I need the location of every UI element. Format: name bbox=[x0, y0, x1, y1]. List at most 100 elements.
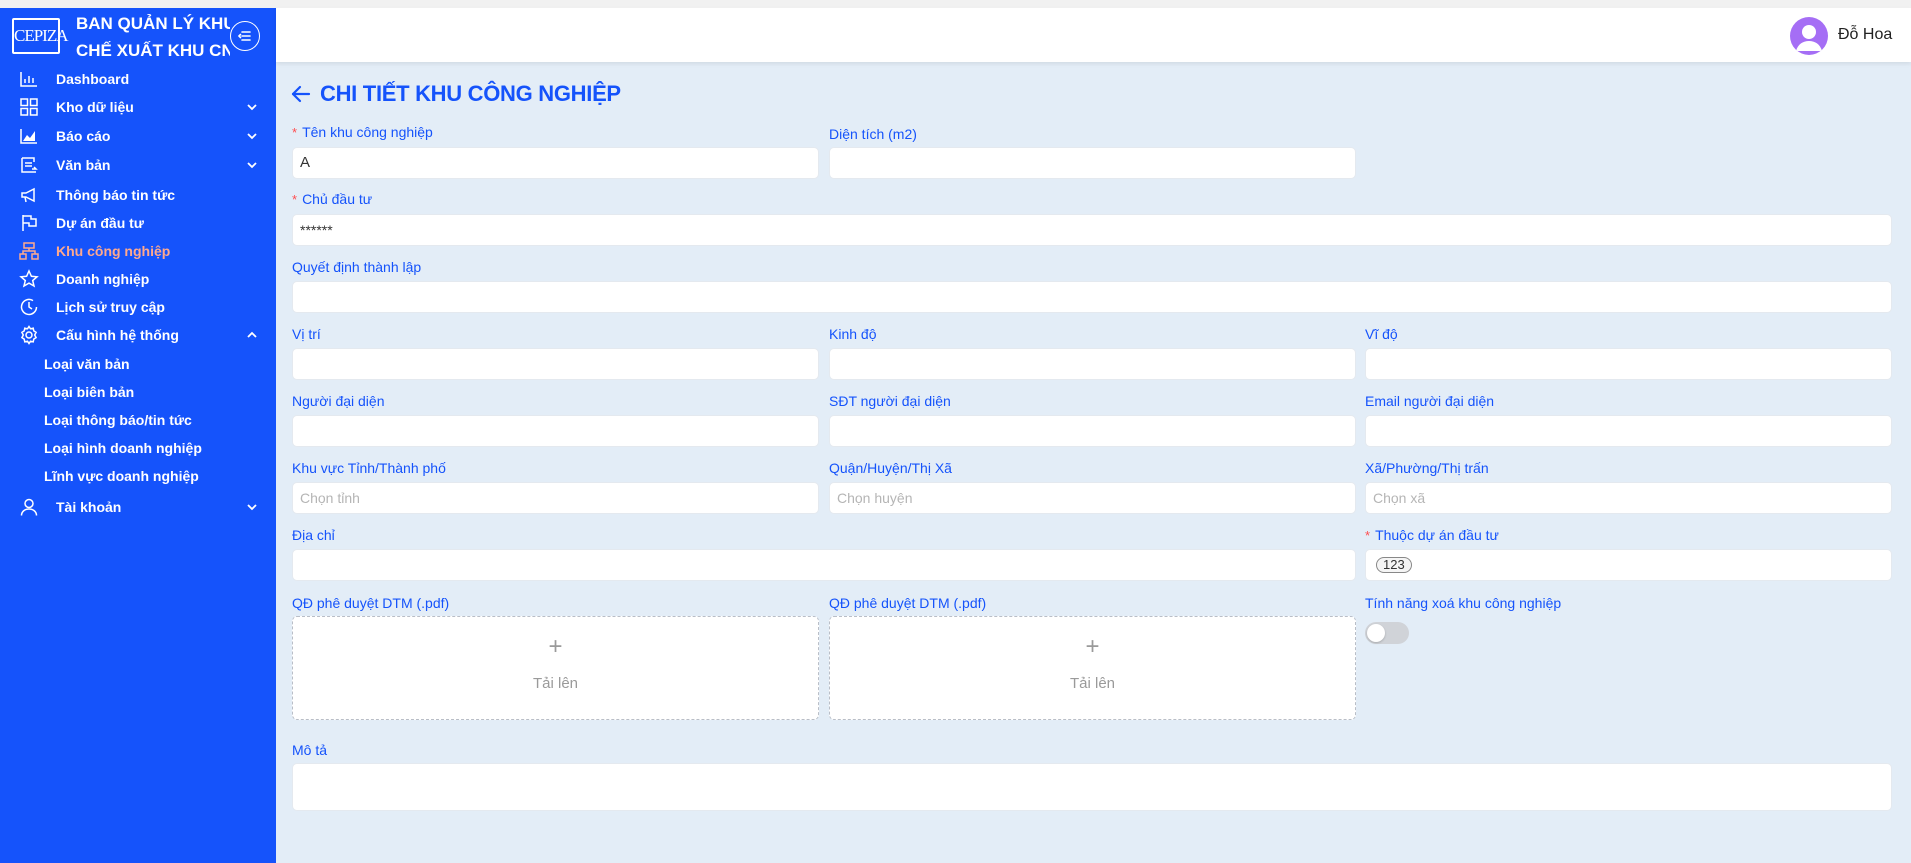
sidebar-item-van-ban[interactable]: Văn bản bbox=[0, 150, 276, 180]
label-mo-ta: Mô tả bbox=[292, 742, 328, 758]
grid-icon bbox=[20, 98, 38, 116]
dien-tich-input[interactable] bbox=[829, 147, 1356, 179]
sdt-input[interactable] bbox=[829, 415, 1356, 447]
sidebar-item-label: Lịch sử truy cập bbox=[56, 299, 165, 315]
cluster-icon bbox=[19, 242, 39, 260]
tinh-select[interactable]: Chọn tỉnh bbox=[292, 482, 819, 514]
sidebar-item-label: Tài khoản bbox=[56, 499, 122, 515]
chevron-down-icon bbox=[247, 133, 257, 140]
sidebar-item-label: Văn bản bbox=[56, 157, 111, 173]
sidebar-item-cau-hinh[interactable]: Cấu hình hệ thống bbox=[0, 320, 276, 350]
flag-icon bbox=[22, 215, 37, 231]
sidebar-item-label: Kho dữ liệu bbox=[56, 99, 134, 115]
logo: CEPIZA bbox=[12, 18, 69, 54]
menu-fold-icon bbox=[237, 31, 251, 41]
vi-do-input[interactable] bbox=[1365, 348, 1892, 380]
sidebar-subitem-loai-van-ban[interactable]: Loại văn bản bbox=[0, 349, 276, 379]
sidebar-subitem-label: Loại thông báo/tin tức bbox=[44, 412, 192, 428]
brand: CEPIZA BAN QUẢN LÝ KHU CHẾ XUẤT KHU CN bbox=[0, 8, 276, 64]
sidebar-item-dashboard[interactable]: Dashboard bbox=[0, 64, 276, 94]
mo-ta-textarea[interactable] bbox=[292, 763, 1892, 811]
huyen-select[interactable]: Chọn huyện bbox=[829, 482, 1356, 514]
sidebar-item-lich-su[interactable]: Lịch sử truy cập bbox=[0, 292, 276, 322]
label-ten-khu: * Tên khu công nghiệp bbox=[292, 124, 433, 140]
quyet-dinh-input[interactable] bbox=[292, 281, 1892, 313]
sidebar-subitem-label: Lĩnh vực doanh nghiệp bbox=[44, 468, 199, 484]
upload-qd-dtm-2[interactable]: + Tải lên bbox=[829, 616, 1356, 720]
brand-title-line1: BAN QUẢN LÝ KHU bbox=[76, 14, 230, 33]
browser-strip bbox=[0, 0, 1911, 8]
sidebar-subitem-loai-thong-bao[interactable]: Loại thông báo/tin tức bbox=[0, 405, 276, 435]
du-an-select[interactable]: 123 bbox=[1365, 549, 1892, 581]
sidebar-item-label: Báo cáo bbox=[56, 128, 111, 144]
label-chu-dau-tu: * Chủ đầu tư bbox=[292, 191, 372, 207]
chevron-down-icon bbox=[247, 104, 257, 111]
label-xoa-khu: Tính năng xoá khu công nghiệp bbox=[1365, 595, 1562, 611]
label-du-an: * Thuộc dự án đầu tư bbox=[1365, 527, 1499, 543]
page-title: CHI TIẾT KHU CÔNG NGHIỆP bbox=[320, 81, 621, 106]
sidebar-item-tai-khoan[interactable]: Tài khoản bbox=[0, 492, 276, 522]
page-title-bar: CHI TIẾT KHU CÔNG NGHIỆP bbox=[290, 80, 621, 108]
sidebar-item-kho-du-lieu[interactable]: Kho dữ liệu bbox=[0, 92, 276, 122]
sidebar-item-doanh-nghiep[interactable]: Doanh nghiệp bbox=[0, 264, 276, 294]
brand-title-line2: CHẾ XUẤT KHU CN bbox=[76, 41, 230, 60]
sidebar-subitem-label: Loại hình doanh nghiệp bbox=[44, 440, 202, 456]
nguoi-dai-dien-input[interactable] bbox=[292, 415, 819, 447]
label-text: Chủ đầu tư bbox=[302, 191, 373, 207]
brand-title: BAN QUẢN LÝ KHU CHẾ XUẤT KHU CN bbox=[76, 10, 230, 64]
sidebar-item-label: Cấu hình hệ thống bbox=[56, 327, 179, 343]
sidebar-subitem-label: Loại văn bản bbox=[44, 356, 130, 372]
required-mark: * bbox=[292, 125, 298, 140]
xa-select[interactable]: Chọn xã bbox=[1365, 482, 1892, 514]
upload-qd-dtm-1[interactable]: + Tải lên bbox=[292, 616, 819, 720]
sidebar-item-thong-bao[interactable]: Thông báo tin tức bbox=[0, 180, 276, 210]
bar-chart-icon bbox=[20, 72, 37, 87]
arrow-left-icon[interactable] bbox=[290, 83, 312, 105]
label-text: Thuộc dự án đầu tư bbox=[1375, 527, 1499, 543]
toggle-knob bbox=[1367, 624, 1385, 642]
kinh-do-input[interactable] bbox=[829, 348, 1356, 380]
menu-collapse-button[interactable] bbox=[230, 21, 260, 51]
sidebar-item-label: Thông báo tin tức bbox=[56, 187, 176, 203]
required-mark: * bbox=[1365, 528, 1371, 543]
selected-tag[interactable]: 123 bbox=[1376, 557, 1412, 573]
upload-label: Tải lên bbox=[532, 675, 579, 692]
label-vi-tri: Vị trí bbox=[292, 326, 321, 342]
chu-dau-tu-input[interactable]: ****** bbox=[292, 214, 1892, 246]
label-vi-do: Vĩ độ bbox=[1365, 326, 1398, 342]
clock-icon bbox=[20, 298, 38, 316]
label-quyet-dinh: Quyết định thành lập bbox=[292, 259, 422, 275]
sidebar-item-label: Dashboard bbox=[56, 71, 130, 87]
sidebar-item-bao-cao[interactable]: Báo cáo bbox=[0, 121, 276, 151]
label-nguoi-dai-dien: Người đại diện bbox=[292, 393, 385, 409]
email-input[interactable] bbox=[1365, 415, 1892, 447]
gear-icon bbox=[20, 325, 38, 345]
sidebar: CEPIZA BAN QUẢN LÝ KHU CHẾ XUẤT KHU CN D… bbox=[0, 8, 276, 863]
label-huyen: Quận/Huyện/Thị Xã bbox=[829, 460, 952, 476]
sidebar-subitem-linh-vuc-dn[interactable]: Lĩnh vực doanh nghiệp bbox=[0, 461, 276, 491]
label-dien-tich: Diện tích (m2) bbox=[829, 126, 917, 142]
username[interactable]: Đỗ Hoa bbox=[1838, 26, 1892, 44]
sidebar-subitem-loai-hinh-dn[interactable]: Loại hình doanh nghiệp bbox=[0, 433, 276, 463]
sidebar-subitem-loai-bien-ban[interactable]: Loại biên bản bbox=[0, 377, 276, 407]
label-email: Email người đại diện bbox=[1365, 393, 1495, 409]
user-icon bbox=[20, 498, 38, 516]
label-tinh: Khu vực Tỉnh/Thành phố bbox=[292, 460, 446, 476]
label-dia-chi: Địa chỉ bbox=[292, 527, 335, 543]
area-chart-icon bbox=[20, 129, 37, 144]
label-qd-dtm-1: QĐ phê duyệt DTM (.pdf) bbox=[292, 595, 450, 611]
vi-tri-input[interactable] bbox=[292, 348, 819, 380]
label-qd-dtm-2: QĐ phê duyệt DTM (.pdf) bbox=[829, 595, 987, 611]
sidebar-item-du-an[interactable]: Dự án đầu tư bbox=[0, 208, 276, 238]
required-mark: * bbox=[292, 192, 298, 207]
xoa-khu-toggle[interactable] bbox=[1365, 622, 1409, 644]
user-avatar-icon bbox=[1796, 25, 1822, 51]
plus-icon: + bbox=[548, 633, 563, 660]
label-sdt: SĐT người đại diện bbox=[829, 393, 951, 409]
dia-chi-input[interactable] bbox=[292, 549, 1356, 581]
sidebar-item-khu-cong-nghiep[interactable]: Khu công nghiệp bbox=[0, 236, 276, 266]
upload-label: Tải lên bbox=[1069, 675, 1116, 692]
avatar[interactable] bbox=[1790, 17, 1828, 55]
ten-khu-input[interactable]: A bbox=[292, 147, 819, 179]
chevron-down-icon bbox=[247, 504, 257, 511]
